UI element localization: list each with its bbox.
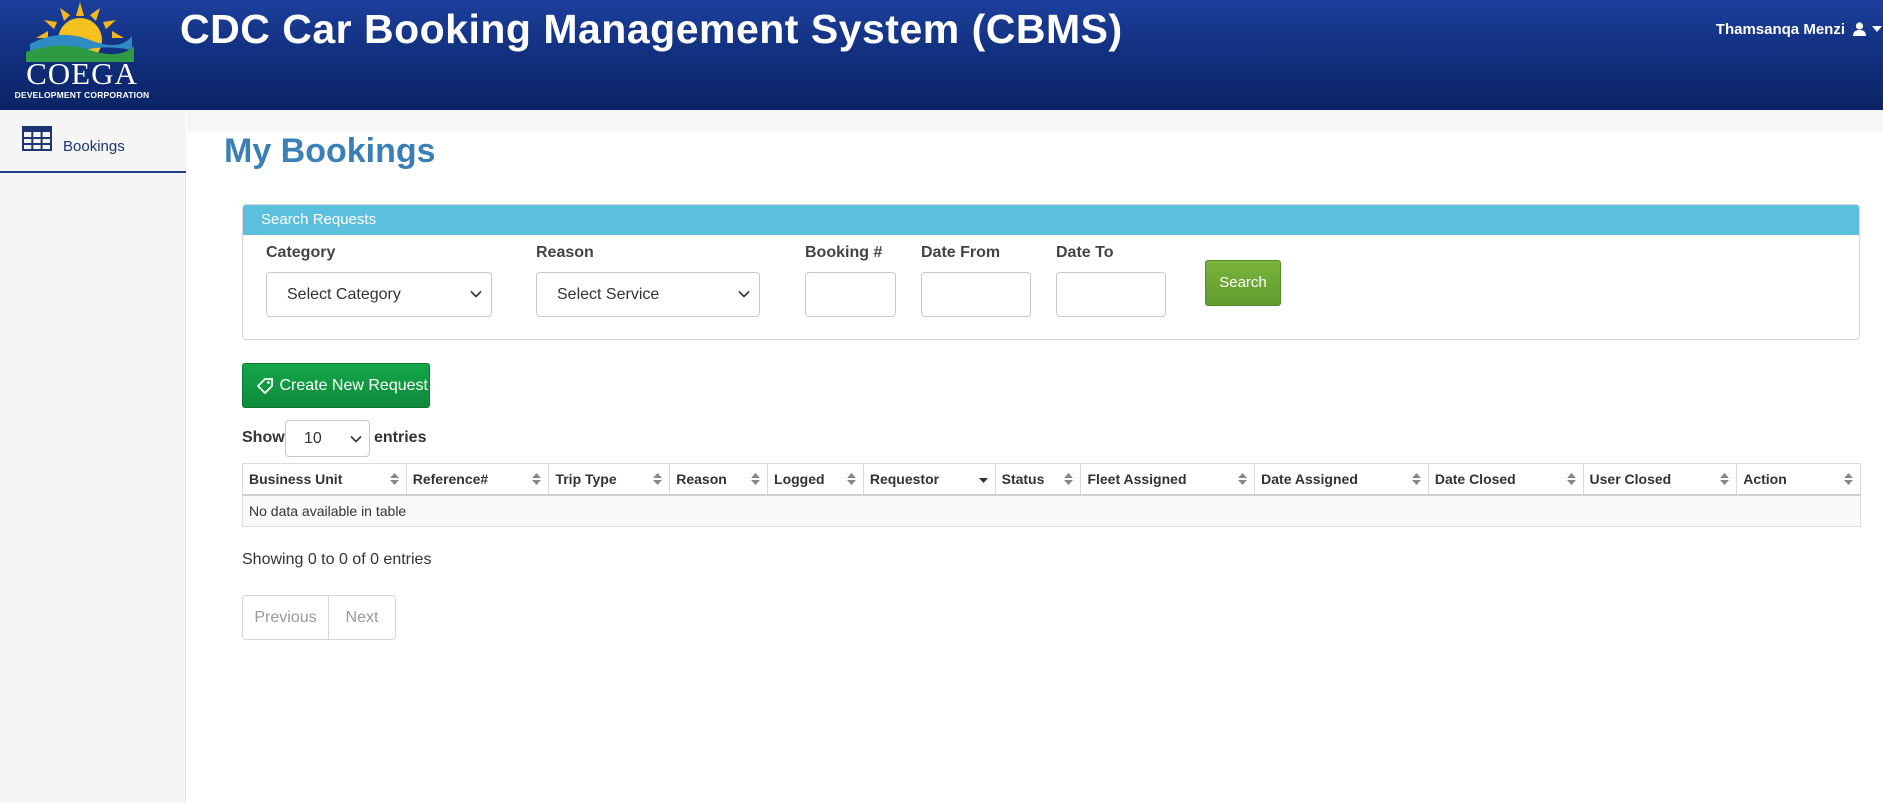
next-page-button[interactable]: Next	[329, 596, 395, 639]
user-icon	[1853, 22, 1866, 36]
column-header[interactable]: Trip Type	[548, 463, 671, 496]
tag-icon	[257, 377, 273, 394]
chevron-down-icon	[738, 290, 750, 298]
entries-label: entries	[374, 429, 427, 446]
search-panel: Search Requests Category Select Category…	[242, 204, 1860, 340]
pagination: Previous Next	[242, 595, 396, 640]
reason-select-value: Select Service	[557, 286, 660, 303]
column-header[interactable]: Business Unit	[242, 463, 407, 496]
user-menu[interactable]: Thamsanqa Menzi	[1716, 18, 1883, 40]
table-header-row: Business Unit Reference# Trip Type Reaso…	[242, 463, 1861, 496]
date-from-input[interactable]	[921, 272, 1031, 317]
column-label: User Closed	[1589, 470, 1672, 487]
search-button[interactable]: Search	[1205, 260, 1281, 306]
booking-number-label: Booking #	[805, 244, 883, 261]
category-select[interactable]: Select Category	[266, 272, 492, 317]
coega-logo[interactable]: COEGA DEVELOPMENT CORPORATION	[12, 0, 149, 104]
column-header[interactable]: User Closed	[1582, 463, 1738, 496]
sort-icon	[389, 473, 399, 485]
create-new-request-button[interactable]: Create New Request	[242, 363, 430, 408]
sidebar-item-bookings[interactable]: Bookings	[0, 110, 186, 173]
sidebar-item-label: Bookings	[63, 138, 125, 155]
user-name: Thamsanqa Menzi	[1715, 20, 1845, 38]
sort-icon	[1844, 473, 1853, 485]
logo-wordmark: COEGA	[26, 56, 138, 91]
create-new-request-label: Create New Request	[279, 377, 428, 394]
sort-desc-icon	[978, 478, 988, 483]
sort-icon	[751, 473, 761, 485]
column-label: Reason	[676, 470, 727, 487]
sort-icon	[653, 473, 663, 485]
previous-page-button[interactable]: Previous	[243, 596, 329, 639]
column-label: Reference#	[412, 470, 489, 487]
chevron-down-icon	[470, 290, 482, 298]
column-label: Date Closed	[1434, 470, 1516, 487]
column-header[interactable]: Action	[1736, 463, 1861, 496]
app-title: CDC Car Booking Management System (CBMS)	[180, 6, 1123, 52]
sidebar: Bookings	[0, 110, 186, 803]
column-header[interactable]: Reference#	[405, 463, 550, 496]
logo-subtitle: DEVELOPMENT CORPORATION	[14, 90, 150, 100]
column-header[interactable]: Requestor	[862, 463, 996, 496]
empty-table-message: No data available in table	[242, 494, 1861, 527]
column-header[interactable]: Logged	[767, 463, 864, 496]
column-header[interactable]: Status	[994, 463, 1082, 496]
caret-down-icon	[1872, 26, 1882, 32]
reason-label: Reason	[536, 244, 594, 261]
column-label: Fleet Assigned	[1087, 470, 1187, 487]
sort-icon	[846, 473, 856, 485]
content-top-strip	[187, 110, 1883, 132]
column-header[interactable]: Date Closed	[1427, 463, 1584, 496]
date-to-label: Date To	[1056, 244, 1114, 261]
column-label: Action	[1743, 470, 1787, 487]
column-label: Logged	[774, 470, 825, 487]
column-header[interactable]: Fleet Assigned	[1080, 463, 1256, 496]
page-length-value: 10	[304, 430, 322, 447]
column-header[interactable]: Reason	[669, 463, 769, 496]
app-header: COEGA DEVELOPMENT CORPORATION CDC Car Bo…	[0, 0, 1883, 110]
column-label: Status	[1001, 470, 1045, 487]
show-label: Show	[242, 429, 285, 446]
sort-icon	[1238, 473, 1248, 485]
sort-icon	[1566, 473, 1576, 485]
sort-icon	[1411, 473, 1421, 485]
booking-number-input[interactable]	[805, 272, 896, 317]
sun-wave-logo-icon	[26, 2, 134, 62]
column-label: Requestor	[869, 470, 940, 487]
column-label: Date Assigned	[1261, 470, 1358, 487]
category-select-value: Select Category	[287, 286, 401, 303]
sort-icon	[532, 473, 542, 485]
table-grid-icon	[22, 126, 52, 151]
search-panel-title: Search Requests	[243, 205, 1859, 235]
chevron-down-icon	[350, 435, 362, 443]
column-label: Trip Type	[555, 470, 617, 487]
date-to-input[interactable]	[1056, 272, 1166, 317]
bookings-table: Business Unit Reference# Trip Type Reaso…	[242, 463, 1861, 527]
table-row: No data available in table	[242, 494, 1861, 527]
category-label: Category	[266, 244, 336, 261]
column-label: Business Unit	[249, 470, 343, 487]
table-info: Showing 0 to 0 of 0 entries	[242, 551, 432, 568]
page-length-select[interactable]: 10	[285, 420, 370, 457]
reason-select[interactable]: Select Service	[536, 272, 760, 317]
column-header[interactable]: Date Assigned	[1254, 463, 1429, 496]
sort-icon	[1064, 473, 1074, 485]
date-from-label: Date From	[921, 244, 1001, 261]
sort-icon	[1720, 473, 1730, 485]
page-title: My Bookings	[224, 132, 436, 170]
